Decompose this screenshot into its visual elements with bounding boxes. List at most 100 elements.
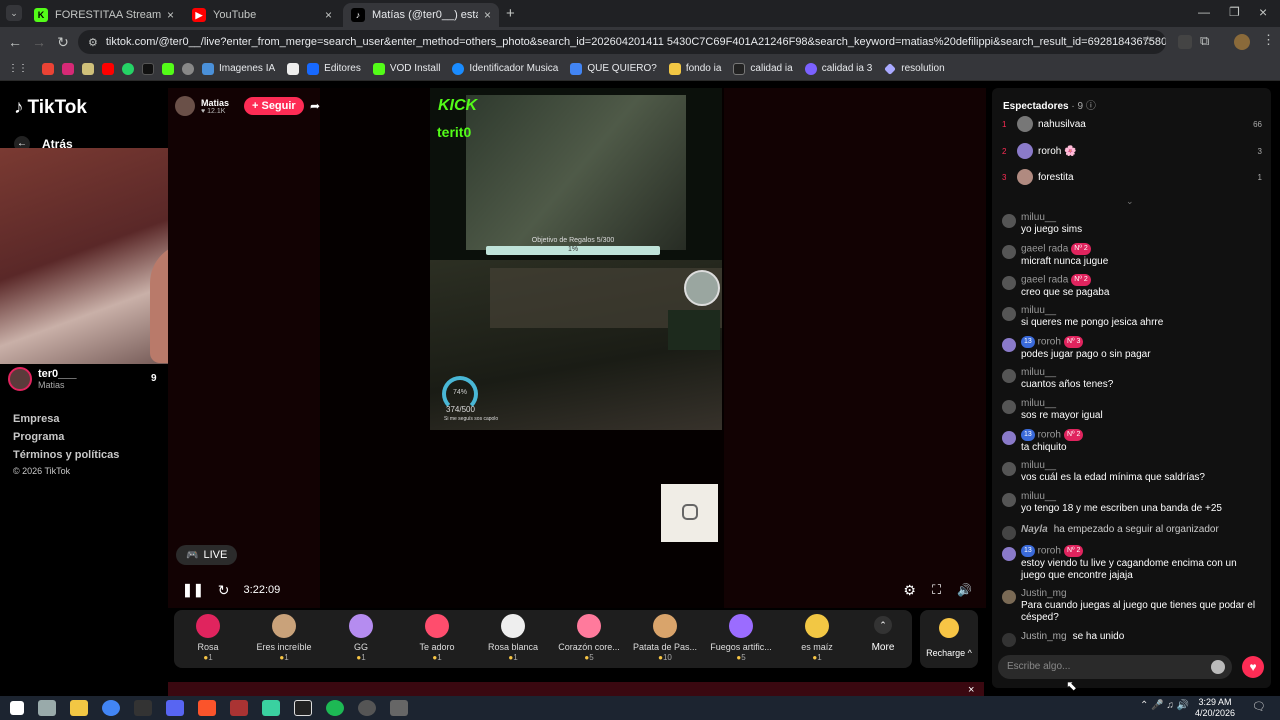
kick-icon[interactable] <box>162 62 174 75</box>
chat-message[interactable]: miluu__ yo tengo 18 y me escriben una ban… <box>1002 491 1260 515</box>
host-card[interactable]: ter0___ Matias <box>8 366 158 392</box>
viewer-row[interactable]: 2 roroh 🌸 3 <box>1002 143 1262 159</box>
chat-message[interactable]: miluu__ yo juego sims <box>1002 212 1260 236</box>
forward-arrow-icon[interactable]: → <box>27 34 51 50</box>
close-tab-icon[interactable]: × <box>167 8 174 22</box>
tab-youtube[interactable]: ▶ YouTube × <box>184 3 340 27</box>
footer-programa[interactable]: Programa <box>13 428 119 446</box>
instagram-icon[interactable] <box>62 62 74 75</box>
puzzle-icon[interactable]: ⧉ <box>1200 33 1209 49</box>
chat-message[interactable]: gaeel rada Nº 2 micraft nunca jugue <box>1002 243 1260 268</box>
bookmark-fondo-ia[interactable]: fondo ia <box>668 62 721 75</box>
epic-games-icon[interactable] <box>134 700 152 716</box>
share-icon[interactable]: ➦ <box>310 99 320 113</box>
capcut-icon[interactable] <box>294 700 312 716</box>
follow-button[interactable]: + Seguir <box>244 97 304 115</box>
bookmark-identificador-musica[interactable]: Identificador Musica <box>452 62 558 75</box>
address-bar[interactable]: ⚙ tiktok.com/@ter0__/live?enter_from_mer… <box>78 30 1166 54</box>
gift-item[interactable]: Rosa blanca ●1 <box>475 614 551 662</box>
gmail-icon[interactable] <box>42 62 54 75</box>
file-explorer-icon[interactable] <box>70 700 88 716</box>
tray-icons[interactable]: ⌃ 🎤 ♫ 🔊 <box>1140 700 1189 711</box>
tiktok-icon[interactable] <box>142 62 154 75</box>
collapse-chevron-icon[interactable]: ⌄ <box>1126 196 1134 207</box>
gift-item[interactable]: es maíz ●1 <box>779 614 855 662</box>
brave-icon[interactable] <box>198 700 216 716</box>
system-clock[interactable]: 3:29 AM 4/20/2026 <box>1195 697 1235 719</box>
extension-icon[interactable] <box>1178 35 1192 49</box>
settings-icon[interactable]: ⚙ <box>903 582 916 599</box>
globe-icon[interactable] <box>182 62 194 75</box>
youtube-icon[interactable] <box>102 62 114 75</box>
chat-input[interactable]: Escribe algo... <box>998 655 1232 679</box>
restore-button[interactable]: ❐ <box>1229 5 1240 19</box>
back-arrow-icon[interactable]: ← <box>3 34 27 50</box>
profile-avatar[interactable] <box>1234 34 1250 50</box>
obs-icon[interactable] <box>358 700 376 716</box>
windows-start-icon[interactable] <box>10 701 24 715</box>
gift-item[interactable]: Corazón core... ●5 <box>551 614 627 662</box>
streamer-avatar[interactable] <box>175 96 195 116</box>
gift-item[interactable]: Patata de Pas... ●10 <box>627 614 703 662</box>
bookmark-vod-install[interactable]: VOD Install <box>372 62 440 75</box>
recharge-button[interactable]: Recharge ^ <box>920 610 978 668</box>
apps-icon[interactable]: ⋮⋮ <box>8 63 28 74</box>
streamer-header[interactable]: Matias ♥ 12.1K <box>175 96 229 116</box>
bookmark-que-quiero[interactable]: QUE QUIERO? <box>570 62 657 75</box>
new-tab-button[interactable]: + <box>506 5 515 22</box>
whatsapp-icon[interactable] <box>122 62 134 75</box>
footer-terminos[interactable]: Términos y políticas <box>13 446 119 464</box>
viewer-row[interactable]: 3 forestita 1 <box>1002 169 1262 185</box>
tiktok-logo[interactable]: ♪ TikTok <box>14 97 87 119</box>
task-view-icon[interactable] <box>38 700 56 716</box>
gift-item[interactable]: Te adoro ●1 <box>399 614 475 662</box>
chat-follow-event[interactable]: Nayla ha empezado a seguir al organizador <box>1002 524 1260 540</box>
tab-forestitaa[interactable]: K FORESTITAA Stream - Watch Li × <box>26 3 182 27</box>
chat-message[interactable]: Justin_mg Para cuando juegas al juego que… <box>1002 588 1260 624</box>
menu-icon[interactable]: ⋮ <box>1262 32 1275 48</box>
chat-message[interactable]: 13 roroh Nº 2 estoy viendo tu live y cagan… <box>1002 545 1260 582</box>
chat-message[interactable]: 13 roroh Nº 3 podes jugar pago o sin pagar <box>1002 336 1260 361</box>
chat-message[interactable]: miluu__ sos re mayor igual <box>1002 398 1260 422</box>
volume-icon[interactable]: 🔊 <box>957 583 972 597</box>
notification-icon[interactable]: 🗨 <box>1252 700 1266 713</box>
info-icon[interactable]: ⓘ <box>1086 101 1096 112</box>
reload-icon[interactable]: ↻ <box>51 34 75 51</box>
gift-item[interactable]: Fuegos artific... ●5 <box>703 614 779 662</box>
chrome-icon[interactable] <box>102 700 120 716</box>
close-banner-icon[interactable]: × <box>968 684 974 696</box>
chat-message[interactable]: 13 roroh Nº 2 ta chiquito <box>1002 429 1260 454</box>
chat-message[interactable]: miluu__ cuantos años tenes? <box>1002 367 1260 391</box>
refresh-icon[interactable]: ↻ <box>218 582 230 599</box>
bookmark-star-icon[interactable]: ☆ <box>1142 33 1154 49</box>
notion-icon[interactable] <box>287 62 300 75</box>
gift-item[interactable]: Rosa ●1 <box>170 614 246 662</box>
tab-tiktok-live[interactable]: ♪ Matías (@ter0__) está emi × <box>343 3 499 27</box>
game-app-icon[interactable] <box>390 700 408 716</box>
minimize-button[interactable]: — <box>1198 5 1210 19</box>
spotify-icon[interactable] <box>326 700 344 716</box>
close-tab-icon[interactable]: × <box>325 8 332 22</box>
chat-message[interactable]: miluu__ vos cuál es la edad mínima que sa… <box>1002 460 1260 484</box>
more-gifts-button[interactable]: ⌃ More <box>868 616 898 653</box>
like-heart-button[interactable]: ♥ <box>1242 656 1264 678</box>
close-tab-icon[interactable]: × <box>484 8 491 22</box>
bookmark-icon[interactable] <box>82 62 94 75</box>
viewer-row[interactable]: 1 nahusilvaa 66 <box>1002 116 1262 132</box>
pause-icon[interactable]: ❚❚ <box>182 582 204 598</box>
site-info-icon[interactable]: ⚙ <box>88 36 98 49</box>
bookmark-resolution[interactable]: resolution <box>884 62 945 75</box>
close-window-button[interactable]: × <box>1259 4 1267 20</box>
tab-search-icon[interactable]: ⌄ <box>6 5 22 21</box>
voicemeeter-icon[interactable] <box>230 700 248 716</box>
bookmark-editores[interactable]: Editores <box>307 62 361 75</box>
emoji-icon[interactable] <box>1211 660 1225 674</box>
bookmark-calidad-ia[interactable]: calidad ia <box>733 62 793 75</box>
footer-empresa[interactable]: Empresa <box>13 410 119 428</box>
discord-icon[interactable] <box>166 700 184 716</box>
gift-item[interactable]: GG ●1 <box>323 614 399 662</box>
chat-join-event[interactable]: Justin_mg se ha unido <box>1002 631 1260 647</box>
fullscreen-icon[interactable]: ⛶ <box>932 582 941 598</box>
gift-item[interactable]: Eres increíble ●1 <box>246 614 322 662</box>
bookmark-calidad-ia-3[interactable]: calidad ia 3 <box>804 62 872 75</box>
